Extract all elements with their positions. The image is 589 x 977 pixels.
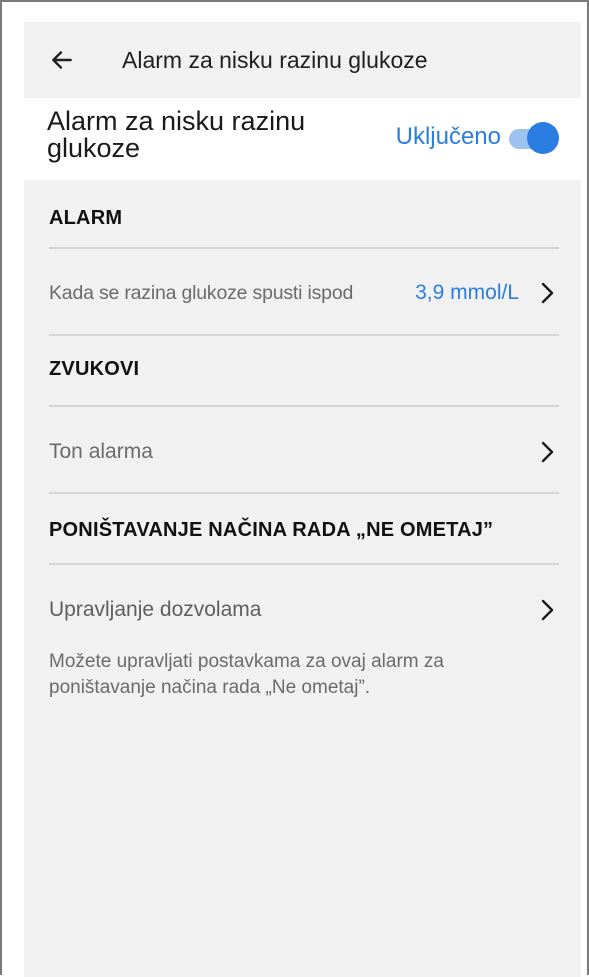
master-alarm-toggle[interactable] — [507, 121, 559, 155]
settings-screen: Alarm za nisku razinu glukoze Alarm za n… — [24, 22, 581, 977]
divider — [49, 563, 559, 565]
back-button[interactable] — [46, 44, 78, 76]
page-title: Alarm za nisku razinu glukoze — [122, 47, 428, 73]
device-frame: Alarm za nisku razinu glukoze Alarm za n… — [0, 0, 589, 977]
threshold-value: 3,9 mmol/L — [415, 281, 519, 304]
divider — [49, 334, 559, 336]
section-header-sounds: ZVUKOVI — [49, 358, 140, 380]
section-header-alarm: ALARM — [49, 207, 123, 229]
divider — [49, 247, 559, 249]
threshold-row[interactable]: Kada se razina glukoze spusti ispod 3,9 … — [24, 257, 581, 329]
chevron-right-icon — [541, 599, 554, 621]
master-alarm-label: Alarm za nisku razinu glukoze — [47, 106, 306, 163]
divider — [49, 492, 559, 494]
chevron-right-icon — [541, 441, 554, 463]
alarm-tone-row[interactable]: Ton alarma — [24, 416, 581, 488]
dnd-help-text: Možete upravljati postavkama za ovaj ala… — [49, 651, 444, 698]
alarm-tone-label: Ton alarma — [49, 440, 153, 463]
threshold-label: Kada se razina glukoze spusti ispod — [49, 282, 354, 304]
arrow-left-icon — [52, 51, 72, 69]
master-alarm-status: Uključeno — [395, 123, 501, 150]
manage-permissions-row[interactable]: Upravljanje dozvolama — [24, 574, 581, 646]
chevron-right-icon — [541, 282, 554, 304]
section-header-dnd-override: PONIŠTAVANJE NAČINA RADA „NE OMETAJ” — [49, 519, 494, 541]
master-alarm-row[interactable]: Alarm za nisku razinu glukoze Uključeno — [24, 98, 581, 180]
toggle-thumb — [527, 122, 559, 154]
divider — [49, 405, 559, 407]
app-bar: Alarm za nisku razinu glukoze — [24, 22, 581, 98]
manage-permissions-label: Upravljanje dozvolama — [49, 598, 262, 621]
